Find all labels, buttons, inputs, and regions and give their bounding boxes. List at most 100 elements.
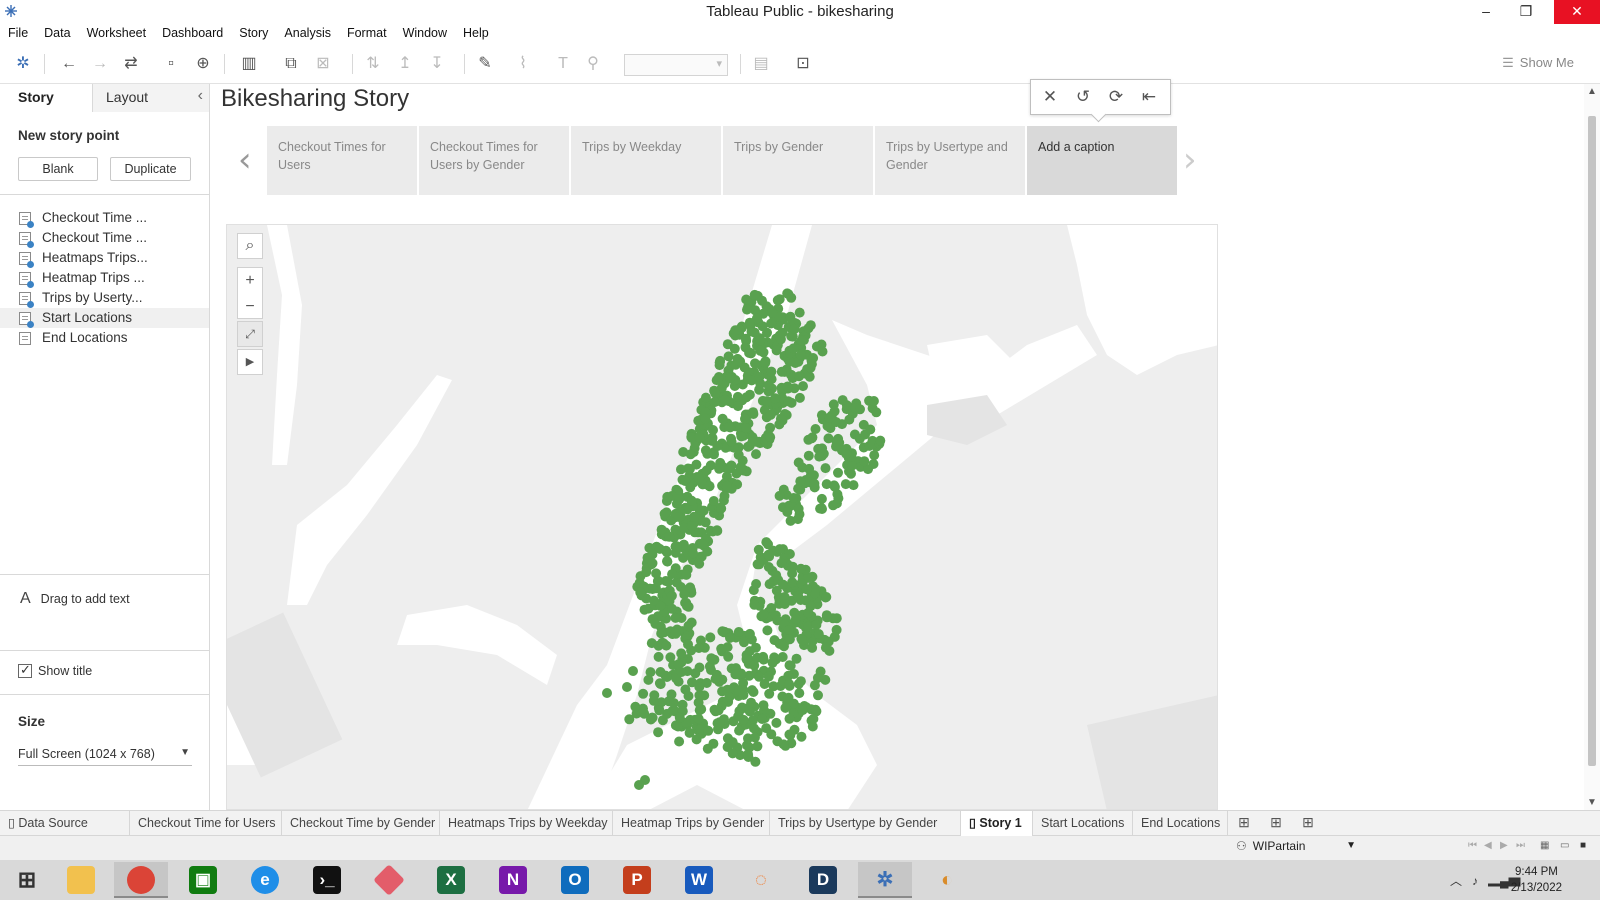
location-point[interactable] [796, 335, 807, 346]
location-point[interactable] [787, 568, 798, 579]
scroll-thumb[interactable] [1588, 116, 1596, 766]
group-members-icon[interactable]: ⌇ [512, 53, 534, 75]
menu-window[interactable]: Window [403, 24, 455, 44]
grid-view-icon[interactable]: ▦ [1540, 840, 1549, 851]
location-point[interactable] [716, 503, 727, 514]
location-point[interactable] [774, 544, 785, 555]
location-point[interactable] [717, 626, 728, 637]
location-point[interactable] [789, 323, 800, 334]
location-point[interactable] [706, 653, 717, 664]
location-point[interactable] [765, 422, 776, 433]
taskbar-jupyter[interactable]: ◌ [734, 862, 788, 898]
location-point[interactable] [713, 372, 724, 382]
sort-ascending-icon[interactable]: ↥ [394, 53, 416, 75]
location-point[interactable] [841, 448, 852, 459]
next-sheet-icon[interactable]: ▶ [1500, 840, 1508, 851]
location-point[interactable] [813, 629, 824, 639]
location-point[interactable] [671, 577, 682, 588]
drag-to-add-text[interactable]: A Drag to add text [20, 590, 130, 608]
location-point[interactable] [730, 669, 741, 680]
location-point[interactable] [791, 653, 802, 664]
location-point[interactable] [704, 481, 715, 492]
scroll-up-icon[interactable]: ▲ [1587, 86, 1597, 97]
location-point[interactable] [871, 407, 882, 418]
location-point[interactable] [683, 639, 693, 650]
restore-button[interactable]: ❐ [1506, 0, 1546, 24]
location-point[interactable] [667, 569, 678, 580]
first-sheet-icon[interactable]: ⏮ [1468, 840, 1477, 851]
location-point[interactable] [747, 437, 758, 448]
location-point[interactable] [795, 563, 806, 574]
location-point[interactable] [694, 432, 705, 443]
location-point[interactable] [716, 643, 727, 654]
location-point[interactable] [647, 558, 658, 569]
location-point[interactable] [794, 307, 805, 318]
location-point[interactable] [665, 652, 676, 663]
location-point[interactable] [824, 412, 835, 423]
location-point[interactable] [736, 431, 747, 442]
location-point[interactable] [734, 725, 745, 736]
location-point[interactable] [676, 667, 687, 677]
location-point[interactable] [848, 480, 859, 491]
location-point[interactable] [649, 690, 660, 701]
swap-rows-columns-icon[interactable]: ⇅ [362, 53, 384, 75]
delete-icon[interactable]: ✕ [1039, 86, 1061, 108]
location-point[interactable] [803, 450, 814, 461]
location-point[interactable] [733, 355, 744, 366]
location-point[interactable] [776, 366, 787, 377]
location-point[interactable] [712, 441, 723, 452]
location-point[interactable] [794, 688, 805, 699]
zoom-out-icon[interactable]: − [238, 294, 262, 320]
location-point[interactable] [803, 323, 814, 334]
location-point[interactable] [688, 548, 698, 559]
location-point[interactable] [780, 702, 791, 713]
location-point[interactable] [783, 670, 794, 681]
story-point[interactable]: Checkout Times for Users [267, 126, 417, 195]
location-point[interactable] [754, 671, 765, 682]
update-icon[interactable]: ⟳ [1105, 86, 1127, 108]
location-point[interactable] [689, 511, 700, 522]
tab-data-source[interactable]: ▯ Data Source [0, 811, 130, 836]
sheet-tab[interactable]: End Locations [1133, 811, 1228, 836]
location-point[interactable] [630, 701, 641, 712]
duplicate-button[interactable]: Duplicate [110, 157, 191, 181]
location-point[interactable] [765, 432, 776, 443]
location-point[interactable] [788, 493, 799, 503]
location-point[interactable] [661, 640, 672, 651]
location-point[interactable] [763, 671, 774, 682]
taskbar-edge[interactable]: e [238, 862, 292, 898]
location-point[interactable] [762, 625, 773, 636]
location-point[interactable] [744, 628, 755, 639]
location-point[interactable] [672, 541, 683, 552]
tab-story[interactable]: Story [0, 84, 92, 112]
location-point[interactable] [816, 493, 827, 504]
zoom-in-icon[interactable]: + [238, 268, 262, 294]
location-point[interactable] [772, 736, 783, 747]
location-point[interactable] [750, 358, 760, 369]
location-point[interactable] [763, 562, 774, 572]
sheet-tab-story-active[interactable]: ▯ Story 1 [961, 811, 1033, 836]
location-point[interactable] [812, 672, 823, 683]
show-title-checkbox[interactable]: Show title [18, 662, 92, 678]
location-point[interactable] [655, 667, 666, 677]
highlight-icon[interactable]: ✎ [474, 53, 496, 75]
minimize-button[interactable]: – [1466, 0, 1506, 24]
location-point[interactable] [803, 607, 814, 618]
location-point[interactable] [648, 595, 659, 606]
location-point[interactable] [831, 436, 842, 447]
save-icon[interactable]: ▫ [160, 53, 182, 75]
location-point[interactable] [771, 345, 782, 356]
location-point[interactable] [806, 359, 817, 370]
location-point[interactable] [772, 295, 783, 306]
location-point[interactable] [865, 424, 876, 435]
location-point[interactable] [683, 691, 694, 701]
location-point[interactable] [797, 635, 808, 646]
location-point[interactable] [868, 396, 879, 406]
replay-icon[interactable]: ⇄ [120, 53, 142, 75]
location-point[interactable] [705, 632, 716, 643]
new-worksheet-icon[interactable]: ▥ [238, 53, 260, 75]
location-point[interactable] [635, 587, 646, 598]
add-datasource-icon[interactable]: ⊕ [192, 53, 214, 75]
menu-analysis[interactable]: Analysis [284, 24, 339, 44]
menu-format[interactable]: Format [347, 24, 395, 44]
